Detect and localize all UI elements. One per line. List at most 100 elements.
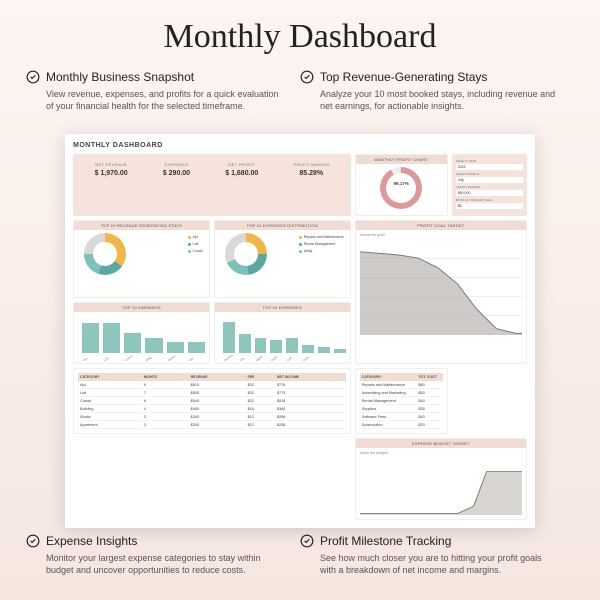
td: $400 — [189, 405, 246, 413]
th: CATEGORY — [360, 373, 417, 381]
page-title: Monthly Dashboard — [0, 0, 600, 70]
legend-item: Rental Management — [304, 242, 336, 246]
expense-table-card: CATEGORY TOT. COST Repairs and Maintenan… — [355, 368, 448, 434]
feature-title: Profit Milestone Tracking — [320, 534, 451, 548]
td: $810 — [189, 381, 246, 389]
td: $80 — [416, 381, 442, 389]
td: Software Fees — [360, 413, 417, 421]
td: 3 — [142, 421, 189, 429]
legend-item: Repairs and Maintenance — [304, 235, 344, 239]
card-header: PROFIT GOAL TARGET — [356, 221, 526, 230]
goal-subtitle: Almost the goal! — [360, 233, 522, 237]
td: $32 — [246, 389, 275, 397]
feature-title: Top Revenue-Generating Stays — [320, 70, 487, 84]
td: $805 — [189, 389, 246, 397]
td: $50 — [416, 389, 442, 397]
td: 7 — [142, 389, 189, 397]
revenue-table: CATEGORY NIGHTS REVENUE FEE NET INCOME A… — [78, 373, 346, 429]
profit-goal-card: PROFIT GOAL TARGET Almost the goal! — [355, 220, 527, 364]
feature-top-stays: Top Revenue-Generating Stays Analyze you… — [300, 70, 574, 126]
td: $778 — [275, 381, 346, 389]
td: $300 — [189, 421, 246, 429]
td: Rental Management — [360, 397, 417, 405]
feature-desc: Monitor your largest expense categories … — [26, 552, 290, 576]
features-bottom: Expense Insights Monitor your largest ex… — [0, 534, 600, 590]
kpi-label: NET REVENUE — [95, 162, 128, 167]
card-header: MONTHLY PROFIT CHART — [356, 155, 447, 164]
td: 3 — [142, 413, 189, 421]
profit-ring-icon — [380, 167, 422, 209]
feature-desc: See how much closer you are to hitting y… — [300, 552, 564, 576]
yearly-budget-value[interactable]: $50,000 — [456, 190, 523, 196]
td: $288 — [275, 421, 346, 429]
select-year-label: SELECT YEAR — [456, 159, 523, 163]
table-row: Apt9$810$32$778 — [78, 381, 346, 389]
kpi-expenses: EXPENSES $ 290.00 — [163, 162, 190, 208]
monthly-goal-label: MONTHLY BUDGET GOAL — [456, 198, 523, 202]
donut-expenses-card: TOP 10 EXPENSES DISTRIBUTION Repairs and… — [214, 220, 351, 298]
feature-title: Expense Insights — [46, 534, 137, 548]
budget-subtitle: Under the budget! — [360, 451, 522, 455]
check-icon — [300, 70, 314, 84]
select-month-value[interactable]: July — [456, 177, 523, 183]
budget-target-card: EXPENSE BUDGET TARGET Under the budget! — [355, 438, 527, 520]
th: TOT. COST — [416, 373, 442, 381]
area-chart — [360, 457, 522, 515]
td: $32 — [246, 381, 275, 389]
td: Building — [78, 405, 142, 413]
profit-ring-value: 99.17% — [356, 181, 447, 186]
th: REVENUE — [189, 373, 246, 381]
kpi-net-revenue: NET REVENUE $ 1,970.00 — [95, 162, 128, 208]
features-top: Monthly Business Snapshot View revenue, … — [0, 70, 600, 126]
bars-expenses-card: TOP 10 EXPENSES RepairsAdvMgmtSuppSoftSu… — [214, 302, 351, 364]
table-row: Apartment3$300$12$288 — [78, 421, 346, 429]
th: NET INCOME — [275, 373, 346, 381]
td: $540 — [189, 397, 246, 405]
table-row: Loft7$805$32$773 — [78, 389, 346, 397]
feature-desc: View revenue, expenses, and profits for … — [26, 88, 290, 112]
td: 4 — [142, 405, 189, 413]
revenue-table-card: CATEGORY NIGHTS REVENUE FEE NET INCOME A… — [73, 368, 351, 434]
donut-chart-icon — [84, 233, 126, 275]
td: $16 — [246, 405, 275, 413]
legend-item: Utility — [304, 249, 313, 253]
donut-legend: Apt Loft Condo — [188, 235, 203, 253]
td: $518 — [275, 397, 346, 405]
dashboard-screenshot: MONTHLY DASHBOARD NET REVENUE $ 1,970.00… — [65, 134, 535, 528]
donut-revenue-card: TOP 10 REVENUE GENERATING STAYS Apt Loft… — [73, 220, 210, 298]
card-header: TOP 10 EXPENSES DISTRIBUTION — [215, 221, 350, 230]
gross-profit-card: MONTHLY PROFIT CHART 99.17% — [355, 154, 448, 216]
card-header: TOP 10 EXPENSES — [215, 303, 350, 312]
table-row: Repairs and Maintenance$80 — [360, 381, 443, 389]
card-header: EXPENSE BUDGET TARGET — [356, 439, 526, 448]
feature-profit-milestone: Profit Milestone Tracking See how much c… — [300, 534, 574, 590]
td: Advertising and Marketing — [360, 389, 417, 397]
table-row: Supplies$35 — [360, 405, 443, 413]
kpi-margin: PROFIT MARGIN 85.28% — [293, 162, 329, 208]
donut-chart-icon — [225, 233, 267, 275]
th: FEE — [246, 373, 275, 381]
kpi-label: PROFIT MARGIN — [293, 162, 329, 167]
td: Supplies — [360, 405, 417, 413]
table-row: Advertising and Marketing$50 — [360, 389, 443, 397]
table-row: Subscription$20 — [360, 421, 443, 429]
td: Loft — [78, 389, 142, 397]
td: 6 — [142, 397, 189, 405]
kpi-label: EXPENSES — [163, 162, 190, 167]
monthly-goal-value[interactable]: $5 — [456, 203, 523, 209]
th: NIGHTS — [142, 373, 189, 381]
select-year-value[interactable]: 2023 — [456, 164, 523, 170]
table-row: Software Fees$40 — [360, 413, 443, 421]
bar-chart — [223, 319, 346, 353]
td: $288 — [275, 413, 346, 421]
dashboard-title: MONTHLY DASHBOARD — [73, 142, 527, 149]
area-chart — [360, 239, 522, 335]
kpi-value: $ 290.00 — [163, 170, 190, 177]
td: $384 — [275, 405, 346, 413]
table-row: Building4$400$16$384 — [78, 405, 346, 413]
card-header: TOP 10 EARNINGS — [74, 303, 209, 312]
bar-chart — [82, 319, 205, 353]
td: Repairs and Maintenance — [360, 381, 417, 389]
td: $22 — [246, 397, 275, 405]
td: $20 — [416, 421, 442, 429]
